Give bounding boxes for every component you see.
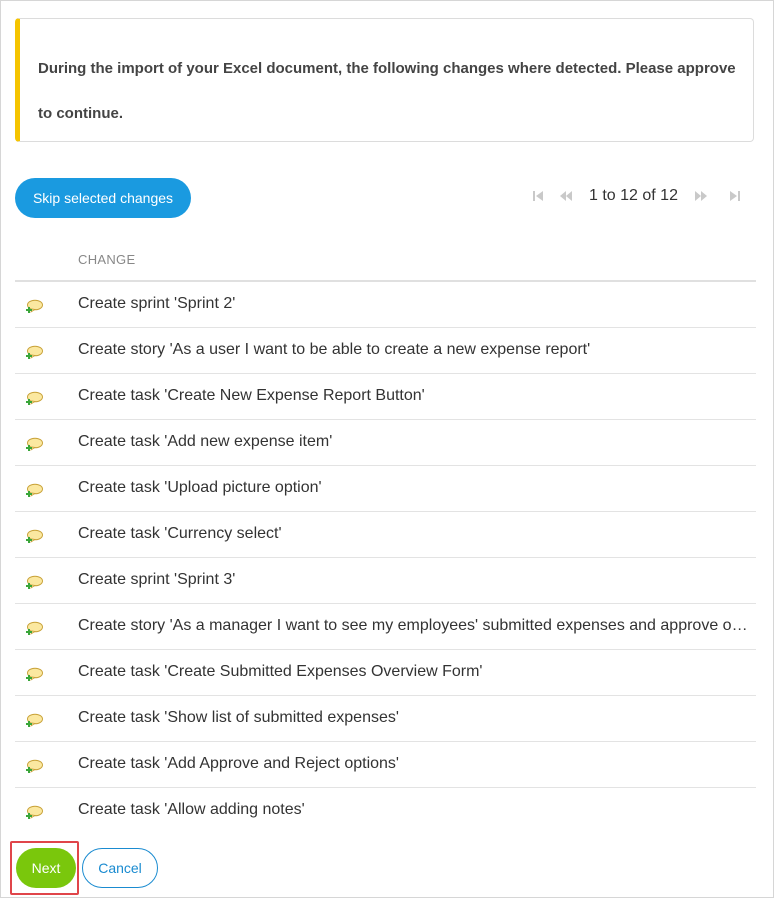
- comment-add-icon: [25, 621, 43, 637]
- table-row[interactable]: Create story 'As a user I want to be abl…: [15, 328, 756, 374]
- table-row[interactable]: Create task 'Create New Expense Report B…: [15, 374, 756, 420]
- comment-add-icon: [25, 805, 43, 821]
- next-button[interactable]: Next: [16, 848, 76, 888]
- cancel-button[interactable]: Cancel: [82, 848, 158, 888]
- change-description: Create task 'Create New Expense Report B…: [78, 387, 425, 404]
- comment-add-icon: [25, 345, 43, 361]
- change-description: Create sprint 'Sprint 2': [78, 295, 236, 312]
- comment-add-icon: [25, 529, 43, 545]
- table-header: CHANGE: [15, 239, 756, 282]
- column-header-change: CHANGE: [78, 252, 136, 267]
- table-row[interactable]: Create sprint 'Sprint 2': [15, 282, 756, 328]
- change-description: Create sprint 'Sprint 3': [78, 571, 236, 588]
- table-row[interactable]: Create task 'Currency select': [15, 512, 756, 558]
- change-description: Create story 'As a manager I want to see…: [78, 617, 748, 634]
- table-row[interactable]: Create task 'Upload picture option': [15, 466, 756, 512]
- changes-table: CHANGE Create sprint 'Sprint 2' Create st…: [15, 239, 756, 834]
- comment-add-icon: [25, 575, 43, 591]
- pagination: 1 to 12 of 12: [527, 185, 757, 207]
- table-row[interactable]: Create task 'Add new expense item': [15, 420, 756, 466]
- change-description: Create task 'Show list of submitted expe…: [78, 709, 399, 726]
- table-row[interactable]: Create task 'Add Approve and Reject opti…: [15, 742, 756, 788]
- comment-add-icon: [25, 483, 43, 499]
- table-row[interactable]: Create task 'Show list of submitted expe…: [15, 696, 756, 742]
- comment-add-icon: [25, 299, 43, 315]
- change-description: Create task 'Allow adding notes': [78, 801, 305, 818]
- comment-add-icon: [25, 667, 43, 683]
- page-range: 1 to 12 of 12: [589, 187, 678, 204]
- table-body: Create sprint 'Sprint 2' Create story 'As…: [15, 282, 756, 834]
- skip-selected-changes-button[interactable]: Skip selected changes: [15, 178, 191, 218]
- change-description: Create task 'Upload picture option': [78, 479, 322, 496]
- last-page-icon[interactable]: [724, 185, 746, 207]
- table-row[interactable]: Create story 'As a manager I want to see…: [15, 604, 756, 650]
- previous-page-icon[interactable]: [555, 185, 577, 207]
- import-notice: During the import of your Excel document…: [15, 18, 754, 142]
- comment-add-icon: [25, 391, 43, 407]
- next-page-icon[interactable]: [690, 185, 712, 207]
- import-dialog: During the import of your Excel document…: [0, 0, 774, 898]
- change-description: Create task 'Add new expense item': [78, 433, 333, 450]
- table-row[interactable]: Create task 'Create Submitted Expenses O…: [15, 650, 756, 696]
- table-row[interactable]: Create sprint 'Sprint 3': [15, 558, 756, 604]
- change-description: Create task 'Currency select': [78, 525, 282, 542]
- first-page-icon[interactable]: [527, 185, 549, 207]
- change-description: Create task 'Add Approve and Reject opti…: [78, 755, 399, 772]
- table-row[interactable]: Create task 'Allow adding notes': [15, 788, 756, 834]
- comment-add-icon: [25, 713, 43, 729]
- comment-add-icon: [25, 437, 43, 453]
- comment-add-icon: [25, 759, 43, 775]
- change-description: Create task 'Create Submitted Expenses O…: [78, 663, 483, 680]
- change-description: Create story 'As a user I want to be abl…: [78, 341, 591, 358]
- notice-text: During the import of your Excel document…: [38, 60, 736, 122]
